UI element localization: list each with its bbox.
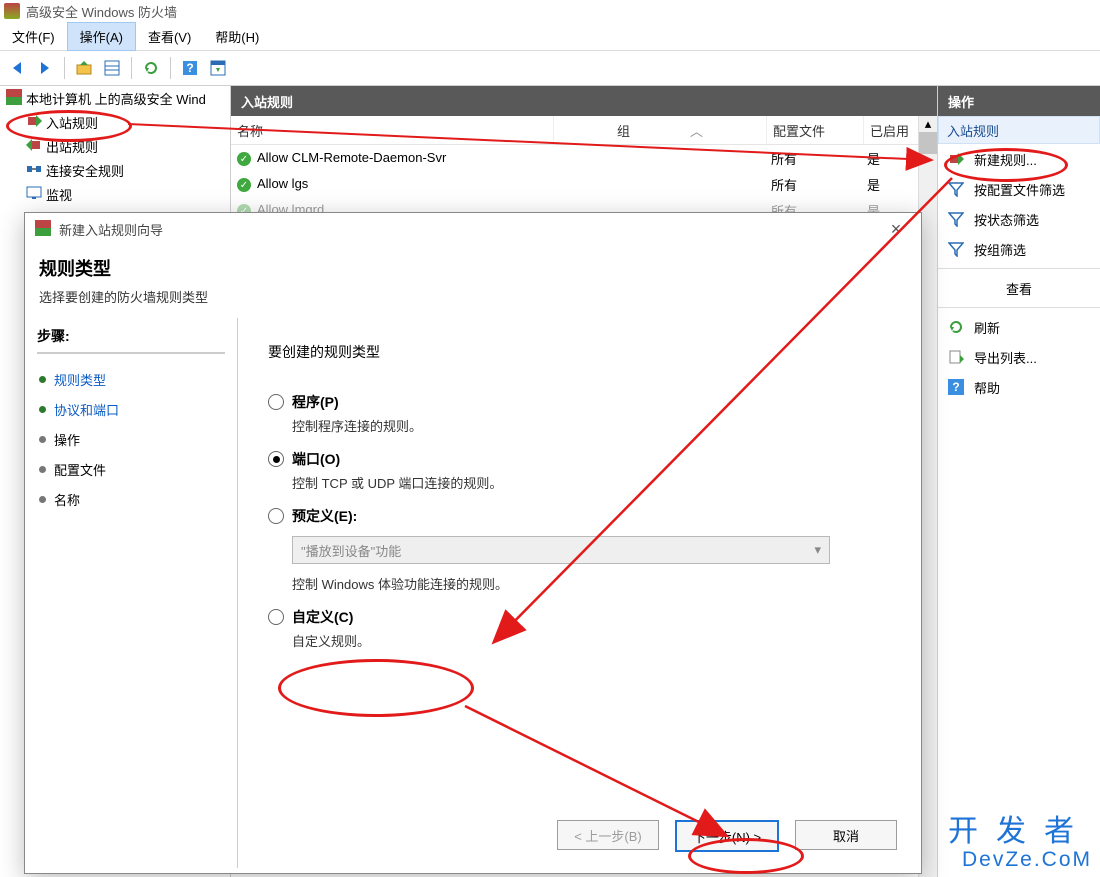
watermark: 开发者 DevZe.CoM (948, 815, 1092, 871)
watermark-line1: 开发者 (948, 815, 1092, 848)
annotation-arrows (0, 0, 1100, 877)
watermark-line2: DevZe.CoM (948, 848, 1092, 871)
